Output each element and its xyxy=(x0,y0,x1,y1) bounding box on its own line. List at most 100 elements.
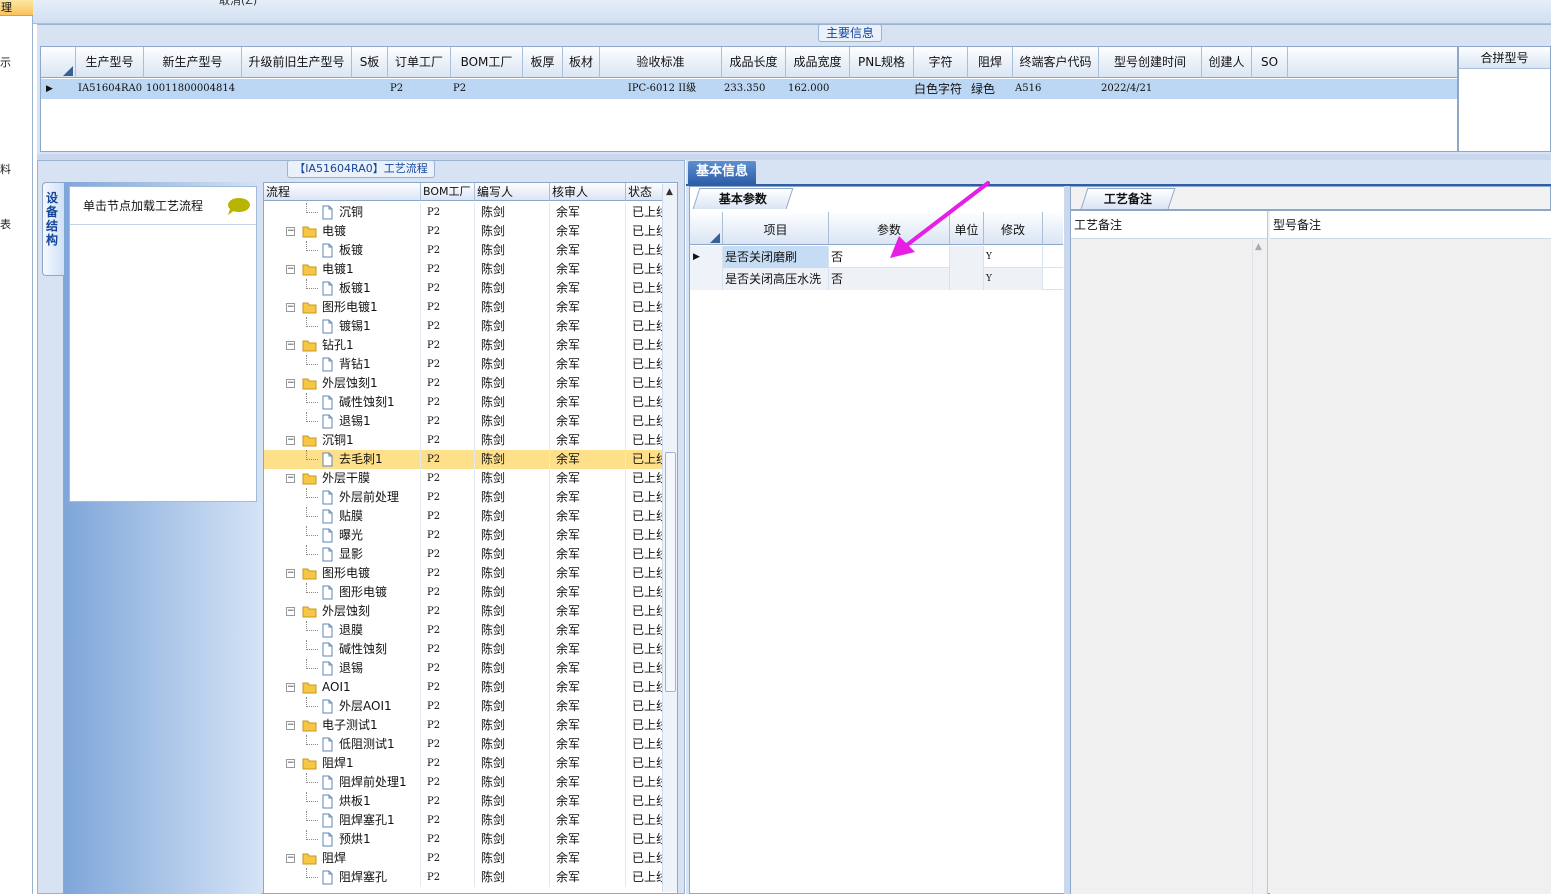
tree-row[interactable]: 去毛刺1 P2 陈剑 余军 已上线 xyxy=(264,450,668,469)
param-unit[interactable] xyxy=(950,268,984,290)
tree-node[interactable]: − 外层蚀刻1 xyxy=(264,374,421,393)
collapse-icon[interactable]: − xyxy=(286,474,295,483)
tree-cell-bom[interactable]: P2 xyxy=(421,222,475,241)
tree-cell-bom[interactable]: P2 xyxy=(421,507,475,526)
tree-cell-reviewer[interactable]: 余军 xyxy=(550,469,626,488)
tree-cell-bom[interactable]: P2 xyxy=(421,203,475,222)
tree-cell-bom[interactable]: P2 xyxy=(421,526,475,545)
collapse-icon[interactable]: − xyxy=(286,854,295,863)
tree-cell-reviewer[interactable]: 余军 xyxy=(550,640,626,659)
tree-cell-bom[interactable]: P2 xyxy=(421,488,475,507)
equipment-structure-tab[interactable]: 设备结构 xyxy=(42,182,64,276)
tree-row[interactable]: 阻焊塞孔1 P2 陈剑 余军 已上线 xyxy=(264,811,668,830)
tree-cell-reviewer[interactable]: 余军 xyxy=(550,241,626,260)
tree-cell-reviewer[interactable]: 余军 xyxy=(550,355,626,374)
tree-cell-reviewer[interactable]: 余军 xyxy=(550,298,626,317)
tree-row[interactable]: − 图形电镀1 P2 陈剑 余军 已上线 xyxy=(264,298,668,317)
cell-length[interactable]: 233.350 xyxy=(722,79,786,99)
tree-node[interactable]: − 沉铜1 xyxy=(264,431,421,450)
tree-cell-bom[interactable]: P2 xyxy=(421,450,475,469)
collapse-icon[interactable]: − xyxy=(286,379,295,388)
tree-cell-writer[interactable]: 陈剑 xyxy=(475,735,550,754)
tree-cell-reviewer[interactable]: 余军 xyxy=(550,697,626,716)
col-header-order-factory[interactable]: 订单工厂 xyxy=(388,47,451,78)
tree-node[interactable]: 贴膜 xyxy=(264,507,421,526)
tree-row[interactable]: − 外层蚀刻 P2 陈剑 余军 已上线 xyxy=(264,602,668,621)
craft-remark-column[interactable]: 工艺备注 xyxy=(1071,211,1268,894)
scrollbar-thumb[interactable] xyxy=(665,452,676,692)
tree-row[interactable]: 低阻测试1 P2 陈剑 余军 已上线 xyxy=(264,735,668,754)
tree-cell-reviewer[interactable]: 余军 xyxy=(550,792,626,811)
tree-cell-reviewer[interactable]: 余军 xyxy=(550,621,626,640)
tree-cell-writer[interactable]: 陈剑 xyxy=(475,298,550,317)
tree-cell-bom[interactable]: P2 xyxy=(421,735,475,754)
tree-row[interactable]: − 外层干膜 P2 陈剑 余军 已上线 xyxy=(264,469,668,488)
tree-cell-writer[interactable]: 陈剑 xyxy=(475,412,550,431)
tree-cell-writer[interactable]: 陈剑 xyxy=(475,469,550,488)
collapse-icon[interactable]: − xyxy=(286,303,295,312)
tree-cell-writer[interactable]: 陈剑 xyxy=(475,697,550,716)
tree-cell-bom[interactable]: P2 xyxy=(421,431,475,450)
tree-cell-reviewer[interactable]: 余军 xyxy=(550,602,626,621)
tree-row[interactable]: 图形电镀 P2 陈剑 余军 已上线 xyxy=(264,583,668,602)
tree-cell-reviewer[interactable]: 余军 xyxy=(550,583,626,602)
tree-node[interactable]: − 电镀 xyxy=(264,222,421,241)
tree-row[interactable]: 贴膜 P2 陈剑 余军 已上线 xyxy=(264,507,668,526)
model-remark-column[interactable]: 型号备注 xyxy=(1270,211,1551,894)
tree-node[interactable]: 外层AOI1 xyxy=(264,697,421,716)
tree-row[interactable]: − 沉铜1 P2 陈剑 余军 已上线 xyxy=(264,431,668,450)
tree-cell-writer[interactable]: 陈剑 xyxy=(475,203,550,222)
tree-cell-writer[interactable]: 陈剑 xyxy=(475,849,550,868)
tree-cell-writer[interactable]: 陈剑 xyxy=(475,621,550,640)
col-header-char[interactable]: 字符 xyxy=(914,47,968,78)
cell-customer[interactable]: A516 xyxy=(1013,79,1099,99)
tree-cell-bom[interactable]: P2 xyxy=(421,317,475,336)
tree-cell-writer[interactable]: 陈剑 xyxy=(475,241,550,260)
left-nav-fragment[interactable]: 料 xyxy=(0,163,11,177)
col-header-old-model[interactable]: 升级前旧生产型号 xyxy=(242,47,352,78)
tree-cell-bom[interactable]: P2 xyxy=(421,659,475,678)
tree-col-header-reviewer[interactable]: 核审人 xyxy=(550,183,626,201)
tree-cell-bom[interactable]: P2 xyxy=(421,260,475,279)
tree-row[interactable]: 退膜 P2 陈剑 余军 已上线 xyxy=(264,621,668,640)
tree-cell-bom[interactable]: P2 xyxy=(421,583,475,602)
tree-cell-writer[interactable]: 陈剑 xyxy=(475,526,550,545)
collapse-icon[interactable]: − xyxy=(286,436,295,445)
tree-row[interactable]: 镀锡1 P2 陈剑 余军 已上线 xyxy=(264,317,668,336)
tree-cell-bom[interactable]: P2 xyxy=(421,792,475,811)
tree-cell-reviewer[interactable]: 余军 xyxy=(550,393,626,412)
tree-cell-reviewer[interactable]: 余军 xyxy=(550,830,626,849)
tree-cell-writer[interactable]: 陈剑 xyxy=(475,393,550,412)
tree-cell-reviewer[interactable]: 余军 xyxy=(550,545,626,564)
tree-cell-writer[interactable]: 陈剑 xyxy=(475,754,550,773)
tree-row[interactable]: − AOI1 P2 陈剑 余军 已上线 xyxy=(264,678,668,697)
cell-solder[interactable]: 绿色 xyxy=(969,79,1013,99)
tree-row[interactable]: 烘板1 P2 陈剑 余军 已上线 xyxy=(264,792,668,811)
tree-row[interactable]: 板镀 P2 陈剑 余军 已上线 xyxy=(264,241,668,260)
cell-created[interactable]: 2022/4/21 xyxy=(1099,79,1202,99)
tree-row[interactable]: 外层前处理 P2 陈剑 余军 已上线 xyxy=(264,488,668,507)
param-col-header-value[interactable]: 参数 xyxy=(829,212,950,245)
tree-cell-reviewer[interactable]: 余军 xyxy=(550,488,626,507)
tree-cell-bom[interactable]: P2 xyxy=(421,773,475,792)
tree-cell-bom[interactable]: P2 xyxy=(421,393,475,412)
tree-cell-writer[interactable]: 陈剑 xyxy=(475,602,550,621)
param-modify[interactable]: Y xyxy=(984,246,1043,268)
scroll-up-icon[interactable]: ▲ xyxy=(666,187,673,197)
cell-model[interactable]: IA51604RA0 xyxy=(76,79,144,99)
tree-node[interactable]: 背钻1 xyxy=(264,355,421,374)
col-header-created[interactable]: 型号创建时间 xyxy=(1099,47,1202,78)
cell-new-model[interactable]: 10011800004814 xyxy=(144,79,242,99)
tree-node[interactable]: − 外层干膜 xyxy=(264,469,421,488)
cell-bom-factory[interactable]: P2 xyxy=(451,79,523,99)
tree-cell-reviewer[interactable]: 余军 xyxy=(550,735,626,754)
tab-basic-params[interactable]: 基本参数 xyxy=(692,188,794,209)
tree-cell-bom[interactable]: P2 xyxy=(421,640,475,659)
tree-node[interactable]: − 电子测试1 xyxy=(264,716,421,735)
col-header-thickness[interactable]: 板厚 xyxy=(523,47,563,78)
tree-cell-reviewer[interactable]: 余军 xyxy=(550,659,626,678)
tree-node[interactable]: 低阻测试1 xyxy=(264,735,421,754)
tree-row[interactable]: 阻焊塞孔 P2 陈剑 余军 已上线 xyxy=(264,868,668,887)
tree-node[interactable]: 退锡1 xyxy=(264,412,421,431)
tree-col-header-flow[interactable]: 流程 xyxy=(264,183,421,201)
